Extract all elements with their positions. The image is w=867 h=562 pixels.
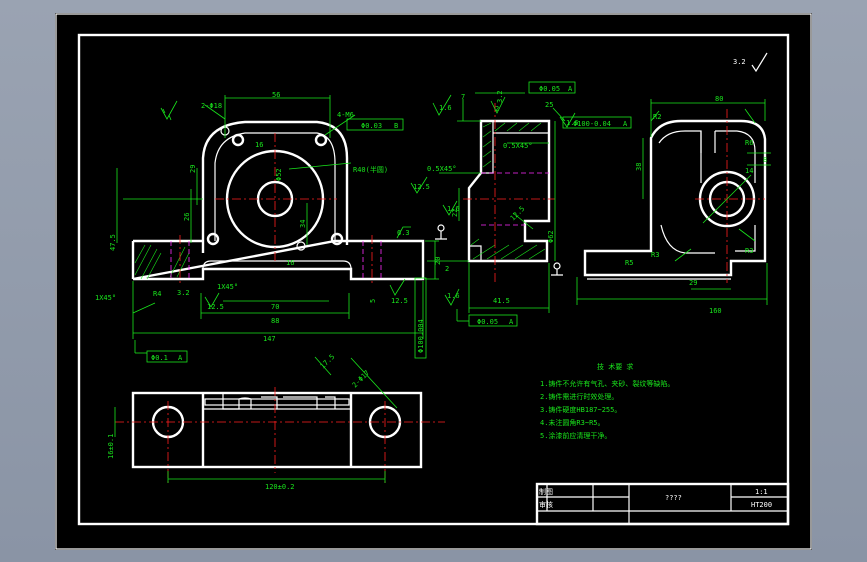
svg-text:Φ0.03: Φ0.03 <box>361 122 382 130</box>
corner-roughness-symbol: 3.2 <box>733 52 768 73</box>
svg-text:2: 2 <box>445 265 449 273</box>
svg-text:1X45°: 1X45° <box>95 294 116 302</box>
svg-text:29: 29 <box>189 165 197 173</box>
svg-text:A: A <box>568 85 573 93</box>
svg-text:0.5X45°: 0.5X45° <box>427 165 457 173</box>
title-block: 制图 审核 ???? 1:1 HT200 <box>535 482 790 526</box>
svg-text:R6: R6 <box>745 139 753 147</box>
svg-text:1.6: 1.6 <box>447 292 460 300</box>
svg-text:2.铸件需进行时效处理。: 2.铸件需进行时效处理。 <box>540 392 618 401</box>
svg-text:Φ62: Φ62 <box>547 230 555 243</box>
svg-text:12.5: 12.5 <box>413 183 430 191</box>
svg-text:Φ52: Φ52 <box>275 168 283 181</box>
svg-text:制图: 制图 <box>539 487 553 496</box>
drawing-sheet: 3.2 56 2-Φ18 4-M6 Φ0.03 B R40(半圆) Φ52 29… <box>55 13 812 550</box>
svg-text:Φ0.05: Φ0.05 <box>539 85 560 93</box>
svg-text:12.5: 12.5 <box>207 303 224 311</box>
svg-text:3.铸件硬度HB187~255。: 3.铸件硬度HB187~255。 <box>540 405 621 414</box>
svg-text:R3: R3 <box>745 247 753 255</box>
svg-text:120±0.2: 120±0.2 <box>265 483 295 491</box>
svg-text:26: 26 <box>183 213 191 221</box>
svg-text:????: ???? <box>665 494 682 502</box>
svg-text:16: 16 <box>286 259 294 267</box>
svg-text:A: A <box>623 120 628 128</box>
bottom-view: 17.5 2-Φ17 120±0.2 16±0.1 <box>107 353 445 491</box>
svg-text:7: 7 <box>461 93 465 101</box>
svg-text:技 术要 求: 技 术要 求 <box>597 362 633 371</box>
svg-text:R5: R5 <box>625 259 633 267</box>
svg-text:56: 56 <box>272 91 280 99</box>
svg-text:41.5: 41.5 <box>493 297 510 305</box>
svg-text:2: 2 <box>495 105 499 113</box>
svg-text:2-Φ17: 2-Φ17 <box>351 369 372 390</box>
svg-text:88: 88 <box>271 317 279 325</box>
svg-text:70: 70 <box>271 303 279 311</box>
svg-text:A: A <box>178 354 183 362</box>
svg-text:34: 34 <box>299 220 307 228</box>
svg-text:25: 25 <box>545 101 553 109</box>
svg-text:14: 14 <box>745 167 753 175</box>
front-view: 56 2-Φ18 4-M6 Φ0.03 B R40(半圆) Φ52 29 26 … <box>95 91 442 363</box>
svg-text:Φ100.004: Φ100.004 <box>417 319 425 353</box>
tech-requirements: 技 术要 求 1.铸件不允许有气孔、夹砂、裂纹等缺陷。 2.铸件需进行时效处理。… <box>540 362 674 440</box>
svg-text:Φ0.1: Φ0.1 <box>151 354 168 362</box>
svg-text:1.6: 1.6 <box>439 104 452 112</box>
svg-text:审核: 审核 <box>539 500 553 509</box>
svg-text:0.5X45°: 0.5X45° <box>503 142 533 150</box>
svg-text:R2: R2 <box>653 113 661 121</box>
svg-text:1:1: 1:1 <box>755 488 768 496</box>
svg-text:12.5: 12.5 <box>509 205 527 223</box>
svg-text:R4: R4 <box>153 290 161 298</box>
svg-text:16: 16 <box>255 141 263 149</box>
svg-text:12.5: 12.5 <box>391 297 408 305</box>
svg-text:Φ0.05: Φ0.05 <box>477 318 498 326</box>
svg-text:8: 8 <box>763 156 767 164</box>
svg-text:38: 38 <box>635 163 643 171</box>
svg-text:R40(半圆): R40(半圆) <box>353 165 388 174</box>
svg-text:1.6: 1.6 <box>447 205 460 213</box>
outer-border <box>55 13 812 550</box>
svg-text:Φ100-0.04: Φ100-0.04 <box>573 120 611 128</box>
svg-text:17.5: 17.5 <box>319 353 337 371</box>
svg-text:4.未注圆角R3~R5。: 4.未注圆角R3~R5。 <box>540 418 605 427</box>
svg-text:A: A <box>509 318 514 326</box>
svg-text:160: 160 <box>709 307 722 315</box>
svg-text:R3: R3 <box>651 251 659 259</box>
svg-text:16±0.1: 16±0.1 <box>107 434 115 459</box>
svg-text:3.2: 3.2 <box>177 289 190 297</box>
svg-text:1.铸件不允许有气孔、夹砂、裂纹等缺陷。: 1.铸件不允许有气孔、夹砂、裂纹等缺陷。 <box>540 379 674 388</box>
svg-text:5: 5 <box>369 299 377 303</box>
svg-text:B: B <box>394 122 398 130</box>
svg-text:47.5: 47.5 <box>109 234 117 251</box>
drawing-canvas[interactable]: 3.2 56 2-Φ18 4-M6 Φ0.03 B R40(半圆) Φ52 29… <box>55 13 812 550</box>
svg-text:5.涂漆前应清理干净。: 5.涂漆前应清理干净。 <box>540 431 611 440</box>
svg-text:1X45°: 1X45° <box>217 283 238 291</box>
svg-text:80: 80 <box>715 95 723 103</box>
svg-text:29: 29 <box>689 279 697 287</box>
svg-text:147: 147 <box>263 335 276 343</box>
svg-text:HT200: HT200 <box>751 501 772 509</box>
svg-text:2-Φ18: 2-Φ18 <box>201 102 222 110</box>
svg-text:3.2: 3.2 <box>496 90 504 103</box>
viewport: 3.2 56 2-Φ18 4-M6 Φ0.03 B R40(半圆) Φ52 29… <box>0 0 867 562</box>
svg-text:6.3: 6.3 <box>397 229 410 237</box>
side-section-view: 7 Φ0.05 A 2 1.6 25 3.2 1.6 Φ100-0.04 A 0… <box>410 81 632 359</box>
svg-text:3.2: 3.2 <box>733 58 746 66</box>
svg-text:4-M6: 4-M6 <box>337 111 354 119</box>
